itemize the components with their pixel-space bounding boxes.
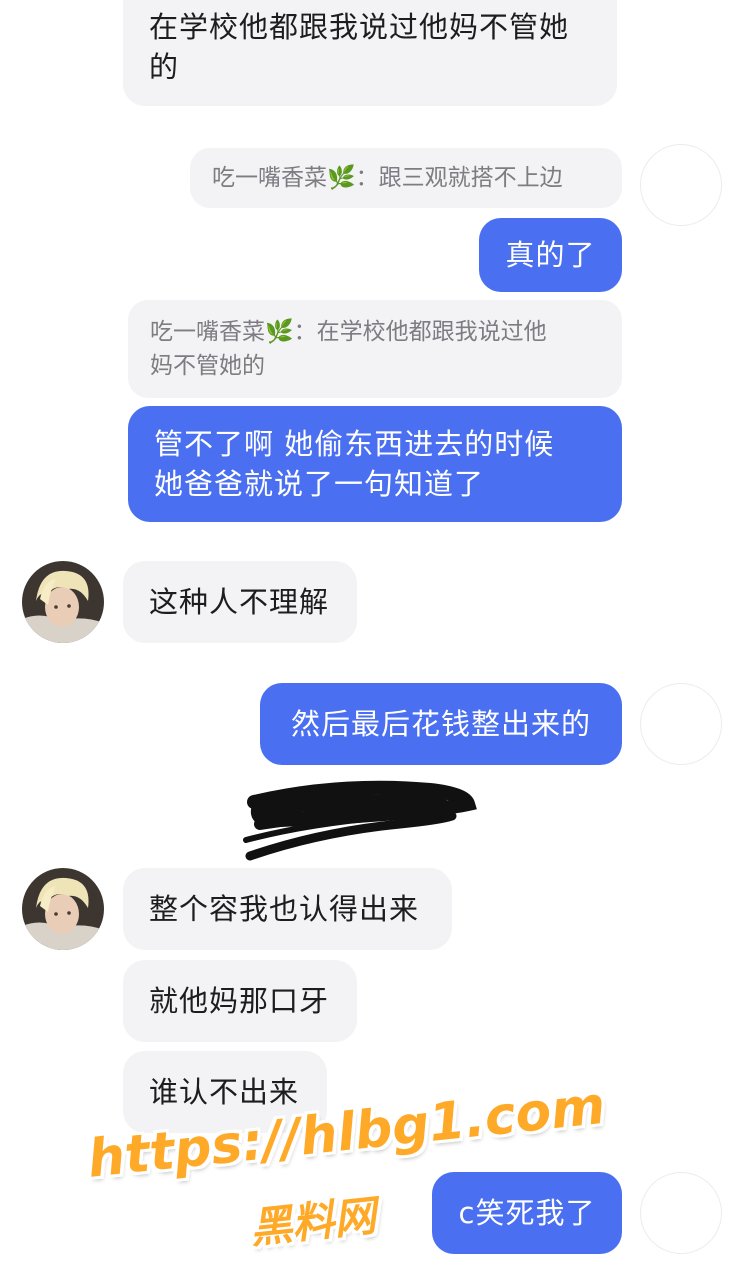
message-text: 真的了 bbox=[505, 238, 596, 272]
message-bubble-incoming[interactable]: 在学校他都跟我说过他妈不管她 的 bbox=[123, 0, 617, 106]
self-avatar[interactable] bbox=[640, 144, 722, 226]
quote-text: 吃一嘴香菜🌿：在学校他都跟我说过他 bbox=[150, 319, 547, 345]
quote-text: 妈不管她的 bbox=[150, 353, 265, 379]
watermark-name: 黑料网 bbox=[247, 1190, 379, 1253]
message-text: c笑死我了 bbox=[458, 1196, 596, 1230]
message-text: 在学校他都跟我说过他妈不管她 bbox=[149, 10, 570, 44]
message-text: 她爸爸就说了一句知道了 bbox=[154, 467, 485, 501]
message-text: 然后最后花钱整出来的 bbox=[290, 707, 591, 741]
reply-quote[interactable]: 吃一嘴香菜🌿：跟三观就搭不上边 bbox=[190, 148, 622, 208]
reply-quote[interactable]: 吃一嘴香菜🌿：在学校他都跟我说过他 妈不管她的 bbox=[128, 300, 622, 398]
avatar-photo-icon bbox=[22, 561, 104, 643]
message-bubble-outgoing[interactable]: 然后最后花钱整出来的 bbox=[260, 683, 622, 765]
message-text: 整个容我也认得出来 bbox=[149, 892, 420, 926]
message-text: 谁认不出来 bbox=[149, 1075, 300, 1109]
message-bubble-outgoing[interactable]: 管不了啊 她偷东西进去的时候 她爸爸就说了一句知道了 bbox=[128, 406, 622, 522]
self-avatar[interactable] bbox=[640, 1172, 722, 1254]
message-text: 就他妈那口牙 bbox=[149, 984, 330, 1018]
avatar-photo-icon bbox=[22, 868, 104, 950]
contact-avatar[interactable] bbox=[22, 561, 104, 643]
message-text: 的 bbox=[149, 50, 180, 84]
message-bubble-incoming[interactable]: 就他妈那口牙 bbox=[123, 960, 357, 1042]
quote-text: 吃一嘴香菜🌿：跟三观就搭不上边 bbox=[212, 165, 563, 191]
message-bubble-outgoing[interactable]: c笑死我了 bbox=[432, 1172, 622, 1254]
message-bubble-incoming[interactable]: 整个容我也认得出来 bbox=[123, 868, 452, 950]
message-bubble-incoming[interactable]: 这种人不理解 bbox=[123, 561, 357, 643]
message-text: 这种人不理解 bbox=[149, 585, 330, 619]
message-text: 管不了啊 她偷东西进去的时候 bbox=[154, 427, 555, 461]
message-bubble-outgoing[interactable]: 真的了 bbox=[479, 218, 622, 292]
contact-avatar[interactable] bbox=[22, 868, 104, 950]
redaction-scribble bbox=[243, 780, 477, 861]
self-avatar[interactable] bbox=[640, 683, 722, 765]
